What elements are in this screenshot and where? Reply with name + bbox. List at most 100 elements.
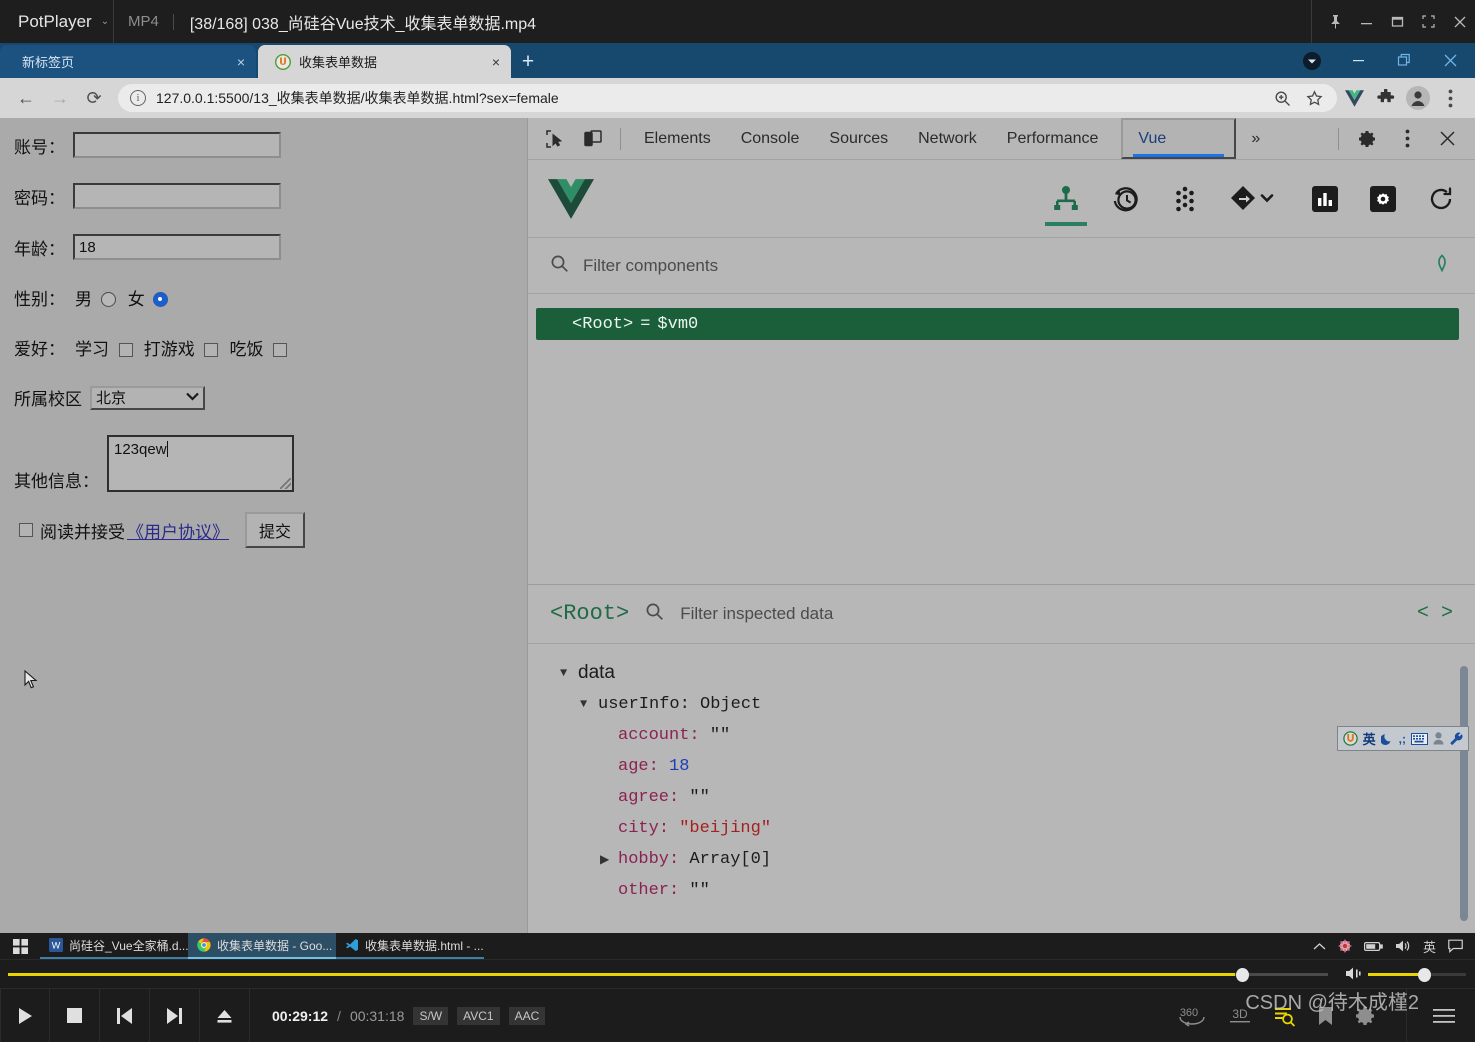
reload-button[interactable]: ⟳ (78, 82, 110, 114)
sogou-logo-icon[interactable] (1342, 731, 1358, 746)
tab-sources[interactable]: Sources (814, 118, 903, 159)
gender-option-female[interactable]: 女 (128, 285, 173, 310)
component-tree-row-root[interactable]: <Root> = $vm0 (536, 308, 1459, 340)
vue-tool-routes-diamond-icon[interactable] (1229, 170, 1281, 228)
data-row-other[interactable]: other: "" (560, 875, 1475, 906)
keyboard-icon[interactable] (1411, 732, 1428, 745)
gender-option-male[interactable]: 男 (75, 285, 120, 310)
fullscreen-icon[interactable] (1413, 0, 1444, 43)
chevron-up-icon[interactable] (1313, 942, 1326, 951)
tab-elements[interactable]: Elements (629, 118, 726, 159)
play-button[interactable] (0, 988, 50, 1042)
previous-button[interactable] (100, 988, 150, 1042)
minimize-icon[interactable] (1335, 43, 1381, 78)
inspect-element-icon[interactable] (536, 124, 574, 154)
taskbar-item-vscode[interactable]: 收集表单数据.html - ... (336, 933, 484, 959)
user-agreement-link[interactable]: 《用户协议》 (127, 518, 229, 543)
volume-icon[interactable] (1345, 966, 1363, 986)
data-row-userinfo[interactable]: ▼ userInfo: Object (560, 689, 1475, 720)
moon-icon[interactable] (1380, 732, 1394, 745)
restore-window-icon[interactable] (1381, 43, 1427, 78)
browser-tab-form-data[interactable]: 收集表单数据 × (258, 45, 511, 78)
wrench-icon[interactable] (1449, 732, 1463, 746)
hobby-option-games[interactable]: 打游戏 (144, 335, 224, 360)
maximize-icon[interactable] (1382, 0, 1413, 43)
textarea-resize-handle[interactable] (280, 478, 291, 489)
close-tab-icon[interactable]: × (481, 54, 511, 70)
close-tab-icon[interactable]: × (226, 54, 256, 70)
devtools-menu-icon[interactable] (1387, 121, 1427, 157)
vue-tool-performance-bars-icon[interactable] (1311, 170, 1339, 228)
hobby-study-checkbox[interactable] (118, 343, 133, 357)
seek-slider[interactable] (8, 968, 1328, 982)
vue-tool-timeline-history-icon[interactable] (1111, 170, 1141, 228)
tabs-overflow-button[interactable]: » (1236, 118, 1275, 159)
ime-mode-label[interactable]: 英 (1363, 729, 1376, 748)
360-video-icon[interactable]: 360 (1177, 1004, 1207, 1028)
user-icon[interactable] (1433, 732, 1444, 745)
data-row-age[interactable]: age: 18 (560, 751, 1475, 782)
address-bar[interactable]: i 127.0.0.1:5500/13_收集表单数据/收集表单数据.html?s… (118, 84, 1337, 112)
punctuation-icon[interactable]: ,; (1399, 732, 1406, 746)
tab-network[interactable]: Network (903, 118, 992, 159)
volume-handle[interactable] (1418, 968, 1431, 982)
agreement-checkbox[interactable] (19, 523, 33, 537)
potplayer-menu-icon[interactable] (1427, 1008, 1469, 1024)
other-textarea[interactable]: 123qew (107, 435, 294, 492)
new-tab-button[interactable]: + (511, 45, 545, 78)
battery-icon[interactable] (1363, 941, 1383, 952)
settings-gear-icon[interactable] (1347, 121, 1387, 157)
close-icon[interactable] (1444, 0, 1475, 43)
data-row-hobby[interactable]: ▶ hobby: Array[0] (560, 844, 1475, 875)
data-row-agree[interactable]: agree: "" (560, 782, 1475, 813)
browser-tab-newtabpage[interactable]: 新标签页 × (0, 45, 256, 78)
pin-icon[interactable] (1320, 0, 1351, 43)
data-row-city[interactable]: city: "beijing" (560, 813, 1475, 844)
devtools-data-scrollbar[interactable] (1460, 665, 1468, 921)
seek-handle[interactable] (1236, 968, 1249, 982)
forward-button[interactable]: → (44, 82, 76, 114)
taskbar-item-word[interactable]: W 尚硅谷_Vue全家桶.d... (40, 933, 188, 959)
age-input[interactable] (73, 234, 281, 260)
expand-toggle-icon[interactable]: ▼ (580, 697, 598, 711)
tab-vue[interactable]: Vue (1121, 118, 1237, 159)
extensions-puzzle-icon[interactable] (1371, 83, 1401, 113)
windows-start-icon[interactable] (0, 938, 40, 954)
stop-button[interactable] (50, 988, 100, 1042)
close-icon[interactable] (1427, 43, 1473, 78)
device-toolbar-icon[interactable] (574, 124, 612, 154)
filter-components-input[interactable]: Filter components (583, 256, 718, 276)
bookmark-star-icon[interactable] (1299, 83, 1329, 113)
eject-button[interactable] (200, 988, 250, 1042)
next-button[interactable] (150, 988, 200, 1042)
tab-performance[interactable]: Performance (992, 118, 1114, 159)
taskbar-item-chrome[interactable]: 收集表单数据 - Goo... (188, 933, 336, 959)
profile-avatar-icon[interactable] (1403, 83, 1433, 113)
vue-tool-settings-gear-icon[interactable] (1369, 170, 1397, 228)
hobby-eat-checkbox[interactable] (273, 343, 288, 357)
data-row-data[interactable]: ▼ data (560, 658, 1475, 689)
gender-male-radio[interactable] (100, 292, 116, 307)
vue-tool-components-tree-icon[interactable] (1045, 170, 1087, 228)
vue-devtools-extension-icon[interactable] (1339, 83, 1369, 113)
zoom-icon[interactable] (1267, 83, 1297, 113)
close-devtools-icon[interactable] (1427, 121, 1467, 157)
site-info-icon[interactable]: i (130, 90, 146, 106)
code-brackets-icon[interactable]: < > (1417, 602, 1453, 625)
vue-tool-refresh-icon[interactable] (1427, 170, 1455, 228)
hobby-option-study[interactable]: 学习 (75, 335, 138, 360)
gender-female-radio[interactable] (153, 292, 169, 307)
back-button[interactable]: ← (10, 82, 42, 114)
profile-badge-icon[interactable] (1289, 43, 1335, 78)
sogou-ime-icon[interactable] (1338, 939, 1352, 953)
expand-toggle-icon[interactable]: ▼ (560, 666, 578, 680)
expand-toggle-icon[interactable]: ▶ (600, 852, 618, 867)
target-select-icon[interactable] (1431, 252, 1453, 279)
tab-console[interactable]: Console (726, 118, 815, 159)
campus-select[interactable]: 北京 (90, 385, 205, 410)
vue-tool-vuex-dots-icon[interactable] (1171, 170, 1199, 228)
account-input[interactable] (73, 132, 281, 158)
password-input[interactable] (73, 183, 281, 209)
ime-language-label[interactable]: 英 (1423, 937, 1436, 956)
hobby-games-checkbox[interactable] (204, 343, 219, 357)
